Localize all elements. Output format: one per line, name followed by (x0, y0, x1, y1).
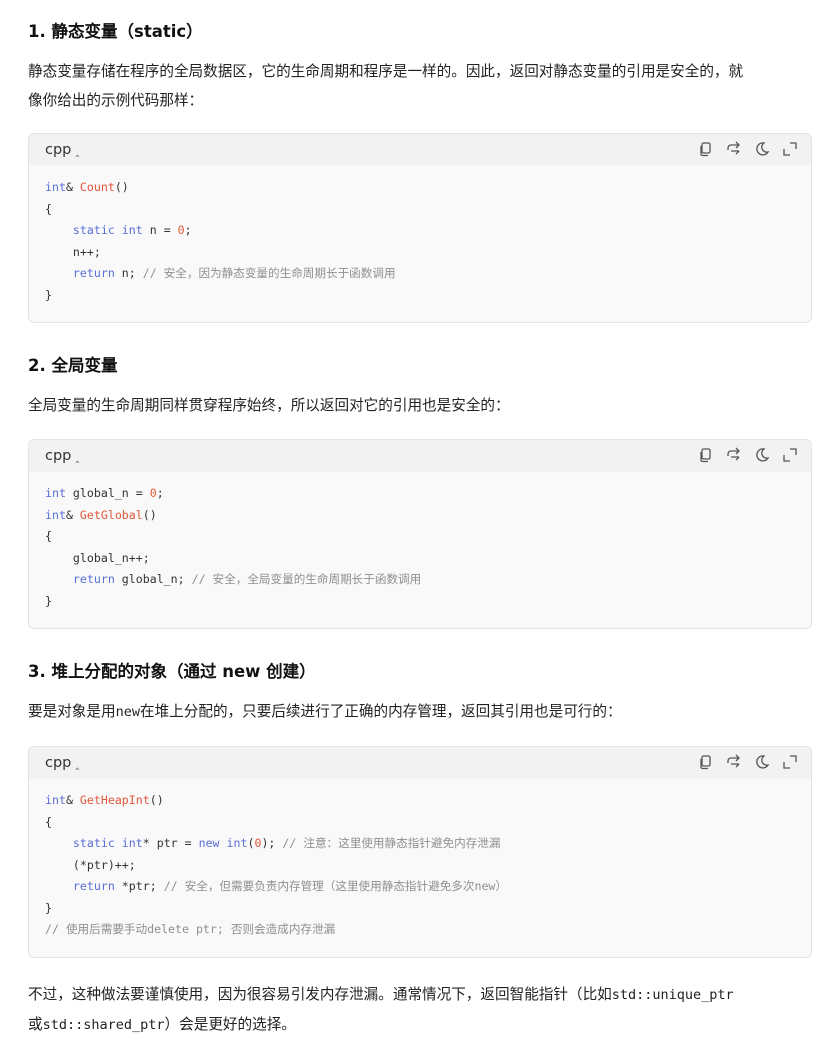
expand-icon[interactable] (781, 140, 799, 158)
paragraph-text: 或 (28, 1016, 43, 1033)
code-block-global: cpp ‸ int global_n = 0; int& GetGlobal()… (28, 439, 812, 629)
wrap-icon[interactable] (725, 753, 743, 771)
code-toolbar (697, 446, 799, 464)
paragraph-line: 静态变量存储在程序的全局数据区，它的生命周期和程序是一样的。因此，返回对静态变量… (28, 63, 744, 80)
code-line: int& GetGlobal() (45, 507, 157, 522)
inline-code: std::unique_ptr (611, 987, 734, 1003)
expand-icon[interactable] (781, 446, 799, 464)
section-heading-global: 2. 全局变量 (28, 356, 118, 375)
language-label: cpp (45, 755, 72, 771)
code-line: } (45, 287, 52, 302)
code-line: return global_n; // 安全，全局变量的生命周期长于函数调用 (72, 572, 422, 586)
inline-code: std::shared_ptr (42, 1017, 165, 1033)
code-line: return *ptr; // 安全，但需要负责内存管理（这里使用静态指针避免多… (72, 879, 508, 893)
section-paragraph-global: 全局变量的生命周期同样贯穿程序始终，所以返回对它的引用也是安全的： (28, 391, 812, 420)
code-line: return n; // 安全，因为静态变量的生命周期长于函数调用 (72, 266, 396, 280)
code-line: n++; (45, 244, 101, 259)
language-toggle[interactable]: cpp ‸ (45, 755, 79, 771)
section-heading-heap: 3. 堆上分配的对象（通过 new 创建） (28, 662, 316, 681)
code-line: // 使用后需要手动delete ptr; 否则会造成内存泄漏 (45, 922, 336, 936)
code-block-heap: cpp ‸ int& GetHeapInt() { static int* pt… (28, 746, 812, 958)
expand-icon[interactable] (781, 753, 799, 771)
section-paragraph-static: 静态变量存储在程序的全局数据区，它的生命周期和程序是一样的。因此，返回对静态变量… (28, 57, 812, 115)
language-toggle[interactable]: cpp ‸ (45, 142, 79, 158)
language-toggle[interactable]: cpp ‸ (45, 448, 79, 464)
chevron-up-icon: ‸ (75, 756, 80, 770)
code-header: cpp ‸ (29, 440, 811, 472)
theme-icon[interactable] (753, 753, 771, 771)
wrap-icon[interactable] (725, 140, 743, 158)
code-line: { (45, 201, 52, 216)
closing-paragraph: 不过，这种做法要谨慎使用，因为很容易引发内存泄漏。通常情况下，返回智能指针（比如… (28, 980, 812, 1040)
code-line: { (45, 814, 52, 829)
code-body: int global_n = 0; int& GetGlobal() { glo… (29, 472, 811, 624)
code-toolbar (697, 753, 799, 771)
code-line: global_n++; (45, 550, 150, 565)
section-paragraph-heap: 要是对象是用new在堆上分配的，只要后续进行了正确的内存管理，返回其引用也是可行… (28, 697, 812, 727)
copy-icon[interactable] (697, 140, 715, 158)
code-block-static: cpp ‸ int& Count() { static int n = 0; n… (28, 133, 812, 323)
code-line: int& Count() (45, 180, 129, 194)
paragraph-line: 全局变量的生命周期同样贯穿程序始终，所以返回对它的引用也是安全的： (28, 397, 510, 414)
wrap-icon[interactable] (725, 446, 743, 464)
code-body: int& Count() { static int n = 0; n++; re… (29, 166, 811, 318)
inline-code: new (115, 704, 140, 720)
language-label: cpp (45, 448, 72, 464)
code-line: (*ptr)++; (45, 857, 136, 872)
code-line: { (45, 529, 52, 543)
section-heading-static: 1. 静态变量（static） (28, 22, 203, 41)
code-line: } (45, 900, 52, 915)
copy-icon[interactable] (697, 753, 715, 771)
paragraph-line: 像你给出的示例代码那样： (28, 92, 204, 109)
code-line: int& GetHeapInt() (45, 793, 164, 807)
theme-icon[interactable] (753, 446, 771, 464)
code-line: } (45, 593, 52, 608)
code-line: static int* ptr = new int(0); // 注意：这里使用… (72, 836, 501, 850)
paragraph-text: 要是对象是用 (28, 703, 116, 720)
code-header: cpp ‸ (29, 747, 811, 779)
theme-icon[interactable] (753, 140, 771, 158)
chevron-up-icon: ‸ (75, 143, 80, 157)
chevron-up-icon: ‸ (75, 449, 80, 463)
copy-icon[interactable] (697, 446, 715, 464)
code-header: cpp ‸ (29, 134, 811, 166)
paragraph-text: 不过，这种做法要谨慎使用，因为很容易引发内存泄漏。通常情况下，返回智能指针（比如 (28, 986, 612, 1003)
code-line: int global_n = 0; (45, 486, 164, 500)
code-toolbar (697, 140, 799, 158)
language-label: cpp (45, 142, 72, 158)
code-line: static int n = 0; (72, 223, 192, 237)
paragraph-text: ）会是更好的选择。 (164, 1016, 296, 1033)
code-body: int& GetHeapInt() { static int* ptr = ne… (29, 779, 811, 953)
paragraph-text: 在堆上分配的，只要后续进行了正确的内存管理，返回其引用也是可行的： (139, 703, 622, 720)
